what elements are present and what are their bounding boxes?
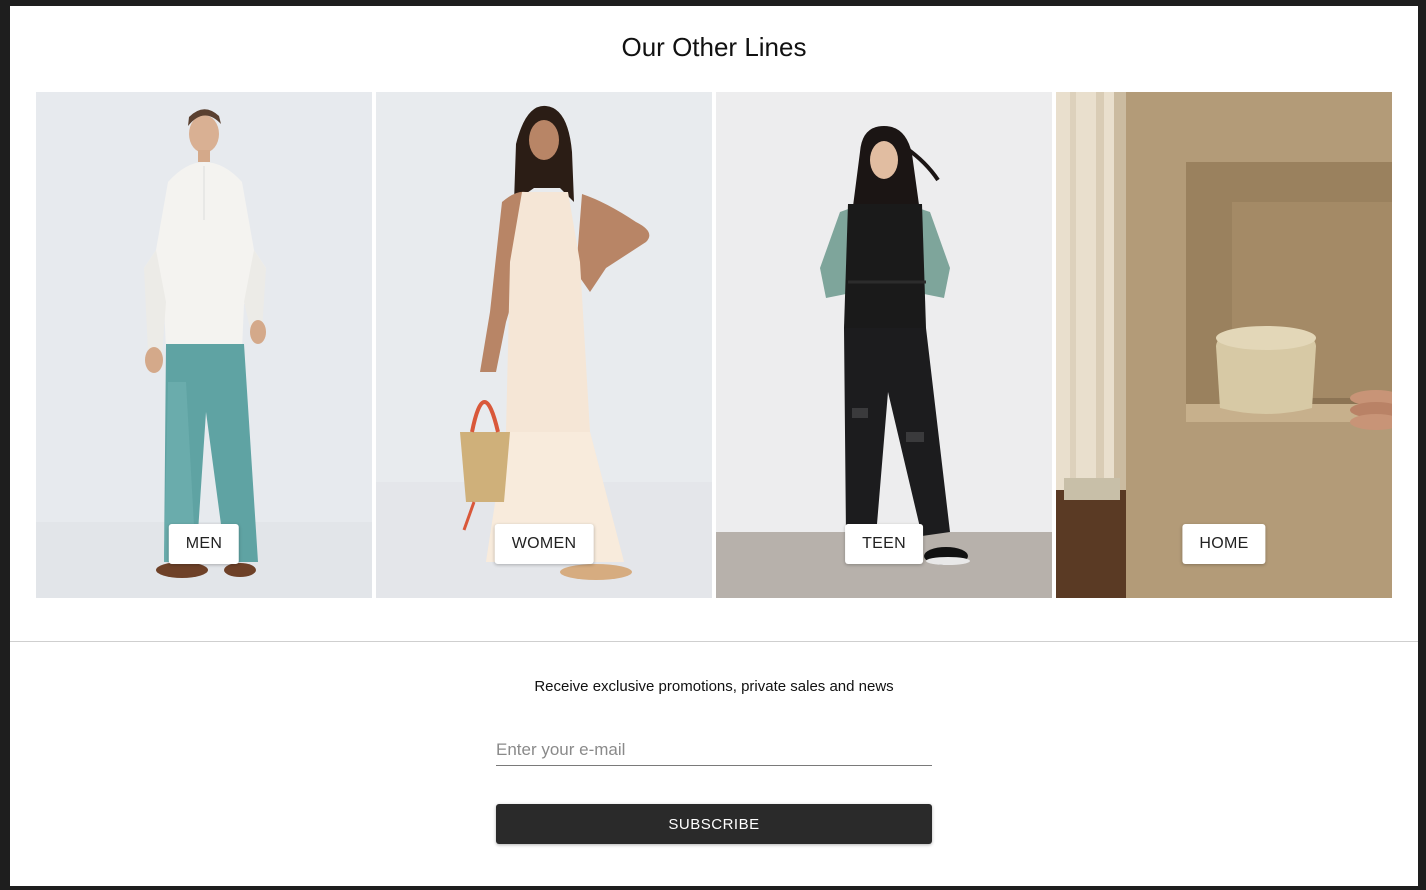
man-model-photo — [36, 92, 372, 598]
teen-button[interactable]: TEEN — [845, 524, 923, 564]
page-frame: Our Other Lines MEN WOMEN TEEN HOME Rece… — [10, 6, 1418, 886]
section-title: Our Other Lines — [621, 32, 807, 62]
women-button[interactable]: WOMEN — [494, 524, 594, 564]
section-divider — [10, 641, 1418, 642]
line-card-women[interactable]: WOMEN — [376, 92, 712, 598]
line-card-men[interactable]: MEN — [36, 92, 372, 598]
email-input[interactable] — [496, 734, 932, 766]
teen-model-photo — [716, 92, 1052, 598]
line-card-teen[interactable]: TEEN — [716, 92, 1052, 598]
subscribe-button[interactable]: SUBSCRIBE — [496, 804, 932, 844]
line-card-home[interactable]: HOME — [1056, 92, 1392, 598]
men-button[interactable]: MEN — [168, 524, 240, 564]
lines-grid: MEN WOMEN TEEN HOME — [36, 92, 1392, 598]
newsletter-text: Receive exclusive promotions, private sa… — [534, 678, 894, 695]
woman-model-photo — [376, 92, 712, 598]
home-decor-photo — [1056, 92, 1392, 598]
home-button[interactable]: HOME — [1182, 524, 1266, 564]
